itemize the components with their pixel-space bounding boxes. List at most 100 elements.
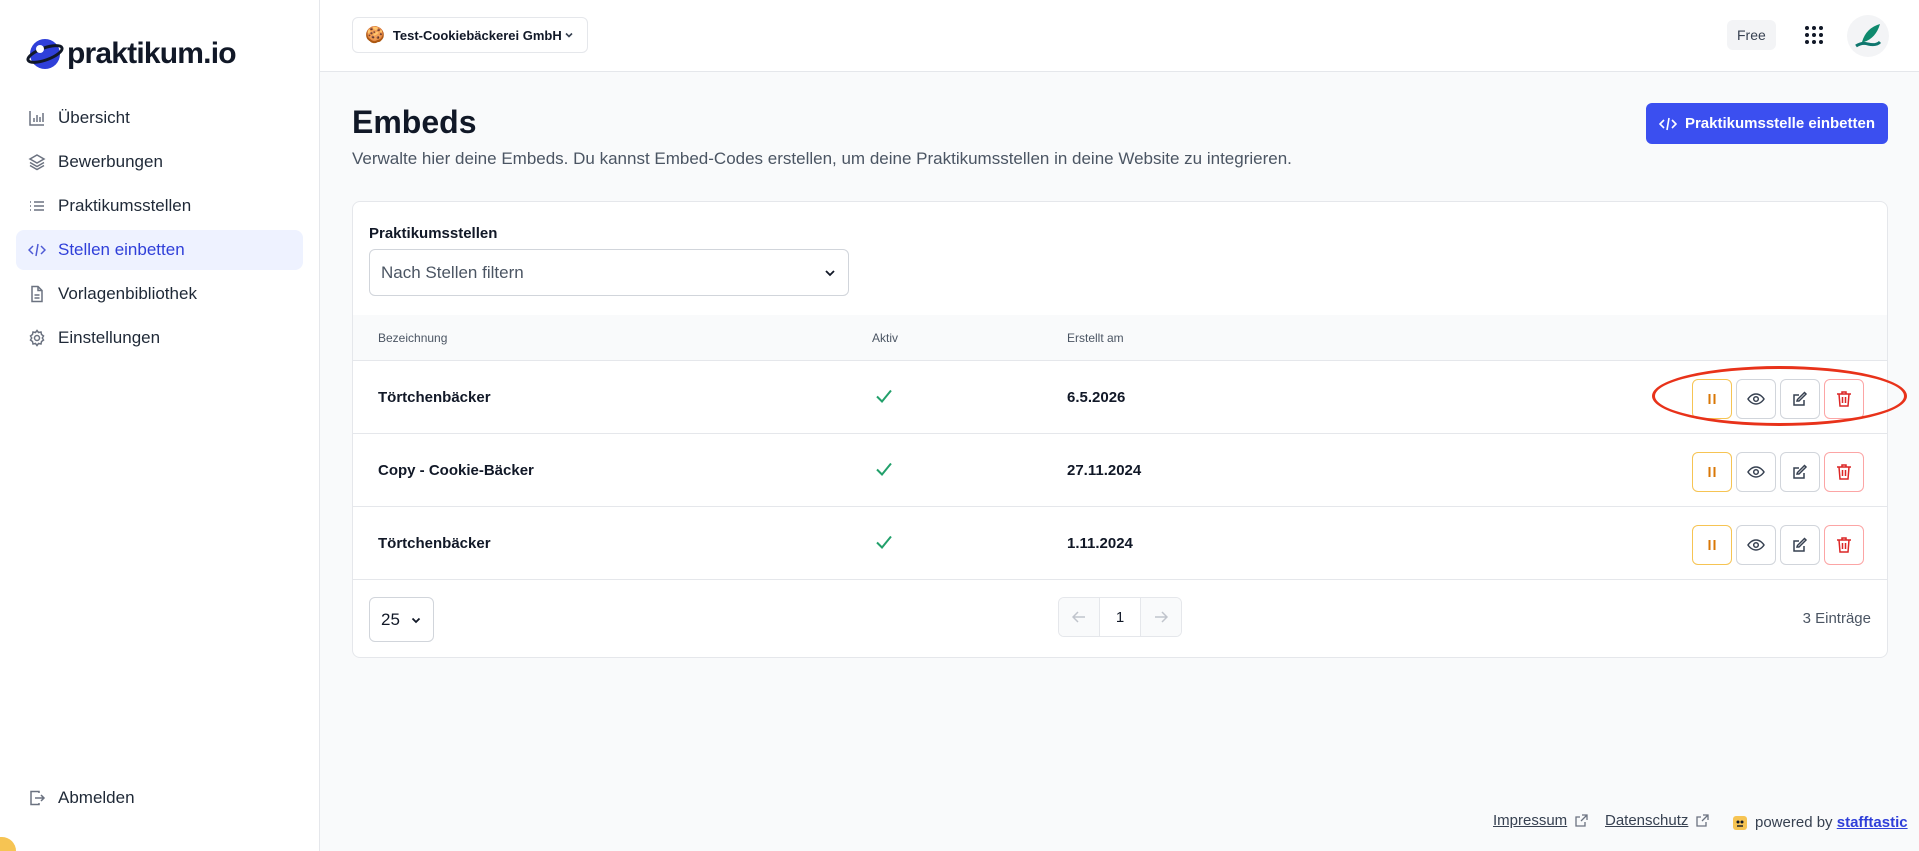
row-actions bbox=[1692, 525, 1864, 565]
company-switcher[interactable]: 🍪 Test-Cookiebäckerei GmbH bbox=[352, 17, 588, 53]
delete-button[interactable] bbox=[1824, 452, 1864, 492]
edit-button[interactable] bbox=[1780, 525, 1820, 565]
active-check-icon bbox=[875, 387, 893, 409]
logout-button[interactable]: Abmelden bbox=[16, 778, 303, 818]
sidebar-item-bewerbungen[interactable]: Bewerbungen bbox=[16, 142, 303, 182]
sidebar-item-uebersicht[interactable]: Übersicht bbox=[16, 98, 303, 138]
pause-button[interactable] bbox=[1692, 525, 1732, 565]
preview-button[interactable] bbox=[1736, 452, 1776, 492]
chevron-down-icon bbox=[823, 266, 837, 280]
list-icon bbox=[28, 197, 46, 215]
external-link-icon bbox=[1696, 814, 1710, 827]
column-header-aktiv: Aktiv bbox=[872, 331, 899, 345]
sidebar-item-label: Stellen einbetten bbox=[58, 240, 185, 259]
embed-internship-button[interactable]: Praktikumsstelle einbetten bbox=[1646, 103, 1888, 144]
sidebar-item-einstellungen[interactable]: Einstellungen bbox=[16, 318, 303, 358]
internship-filter-select[interactable]: Nach Stellen filtern bbox=[369, 249, 849, 296]
pause-button[interactable] bbox=[1692, 379, 1732, 419]
impressum-link[interactable]: Impressum bbox=[1493, 812, 1567, 829]
eye-icon bbox=[1747, 466, 1765, 478]
bar-chart-icon bbox=[28, 109, 46, 127]
prev-page-button[interactable] bbox=[1059, 598, 1100, 636]
impressum-link-wrap: Impressum bbox=[1493, 812, 1588, 829]
layers-icon bbox=[28, 153, 46, 171]
embed-name: Törtchenbäcker bbox=[378, 389, 491, 406]
row-actions bbox=[1692, 379, 1864, 419]
pause-icon bbox=[1708, 467, 1716, 477]
sidebar-item-vorlagenbibliothek[interactable]: Vorlagenbibliothek bbox=[16, 274, 303, 314]
sidebar-item-label: Vorlagenbibliothek bbox=[58, 284, 197, 303]
sidebar-item-praktikumsstellen[interactable]: Praktikumsstellen bbox=[16, 186, 303, 226]
edit-icon bbox=[1793, 537, 1808, 552]
pause-icon bbox=[1708, 394, 1716, 404]
logout-icon bbox=[28, 789, 46, 807]
delete-button[interactable] bbox=[1824, 379, 1864, 419]
preview-button[interactable] bbox=[1736, 525, 1776, 565]
pause-button[interactable] bbox=[1692, 452, 1732, 492]
trash-icon bbox=[1837, 537, 1851, 553]
page-title: Embeds bbox=[352, 104, 477, 140]
eye-icon bbox=[1747, 539, 1765, 551]
code-icon bbox=[1658, 116, 1677, 132]
pagination: 1 bbox=[1058, 597, 1182, 637]
cookie-icon: 🍪 bbox=[365, 27, 385, 44]
code-icon bbox=[28, 241, 46, 259]
avatar[interactable] bbox=[1847, 15, 1889, 57]
preview-button[interactable] bbox=[1736, 379, 1776, 419]
brand-logo[interactable]: praktikum.io bbox=[26, 34, 237, 74]
embed-internship-button-label: Praktikumsstelle einbetten bbox=[1684, 115, 1876, 132]
gear-icon bbox=[28, 329, 46, 347]
per-page-select[interactable]: 25 bbox=[369, 597, 434, 642]
delete-button[interactable] bbox=[1824, 525, 1864, 565]
next-page-button[interactable] bbox=[1140, 598, 1181, 636]
apps-grid-icon[interactable] bbox=[1803, 24, 1825, 46]
stafftastic-link[interactable]: stafftastic bbox=[1837, 814, 1908, 831]
sidebar-item-label: Einstellungen bbox=[58, 328, 161, 347]
sidebar: praktikum.io Übersicht Bewerbungen Prakt… bbox=[0, 0, 320, 851]
table-row: Törtchenbäcker 6.5.2026 bbox=[353, 361, 1887, 434]
created-date: 27.11.2024 bbox=[1067, 462, 1142, 479]
arrow-left-icon bbox=[1072, 611, 1086, 623]
trash-icon bbox=[1837, 391, 1851, 407]
datenschutz-link-wrap: Datenschutz bbox=[1605, 812, 1710, 829]
chevron-down-icon bbox=[410, 614, 422, 626]
column-header-erstellt-am: Erstellt am bbox=[1067, 331, 1124, 345]
page-subtitle: Verwalte hier deine Embeds. Du kannst Em… bbox=[352, 149, 1292, 168]
active-check-icon bbox=[875, 533, 893, 555]
plan-badge: Free bbox=[1727, 20, 1776, 50]
arrow-right-icon bbox=[1154, 611, 1168, 623]
filter-placeholder: Nach Stellen filtern bbox=[381, 262, 524, 282]
planet-logo-icon bbox=[26, 39, 64, 69]
column-header-bezeichnung: Bezeichnung bbox=[378, 331, 448, 345]
leaf-logo-icon bbox=[1855, 24, 1882, 48]
sidebar-item-label: Praktikumsstellen bbox=[58, 196, 192, 215]
edit-button[interactable] bbox=[1780, 379, 1820, 419]
per-page-value: 25 bbox=[381, 609, 400, 629]
brand-name: praktikum.io bbox=[67, 37, 237, 70]
datenschutz-link[interactable]: Datenschutz bbox=[1605, 812, 1688, 829]
trash-icon bbox=[1837, 464, 1851, 480]
created-date: 1.11.2024 bbox=[1067, 535, 1133, 552]
entries-count: 3 Einträge bbox=[1802, 610, 1871, 627]
edit-icon bbox=[1793, 391, 1808, 406]
powered-by: powered by stafftastic bbox=[1731, 812, 1908, 832]
document-icon bbox=[28, 285, 46, 303]
sidebar-nav: Übersicht Bewerbungen Praktikumsstellen … bbox=[16, 98, 303, 362]
embeds-card: Praktikumsstellen Nach Stellen filtern B… bbox=[352, 201, 1888, 658]
sidebar-item-stellen-einbetten[interactable]: Stellen einbetten bbox=[16, 230, 303, 270]
logout-section: Abmelden bbox=[16, 778, 303, 822]
row-actions bbox=[1692, 452, 1864, 492]
sidebar-item-label: Bewerbungen bbox=[58, 152, 163, 171]
current-page[interactable]: 1 bbox=[1099, 598, 1141, 636]
active-check-icon bbox=[875, 460, 893, 482]
logout-label: Abmelden bbox=[58, 788, 135, 807]
eye-icon bbox=[1747, 393, 1765, 405]
embed-name: Törtchenbäcker bbox=[378, 535, 491, 552]
pause-icon bbox=[1708, 540, 1716, 550]
chevron-down-icon bbox=[563, 29, 575, 41]
topbar: 🍪 Test-Cookiebäckerei GmbH Free bbox=[320, 0, 1919, 72]
edit-button[interactable] bbox=[1780, 452, 1820, 492]
table-header: Bezeichnung Aktiv Erstellt am bbox=[353, 315, 1887, 361]
filter-label: Praktikumsstellen bbox=[369, 225, 498, 242]
stafftastic-logo-icon bbox=[1731, 812, 1749, 832]
